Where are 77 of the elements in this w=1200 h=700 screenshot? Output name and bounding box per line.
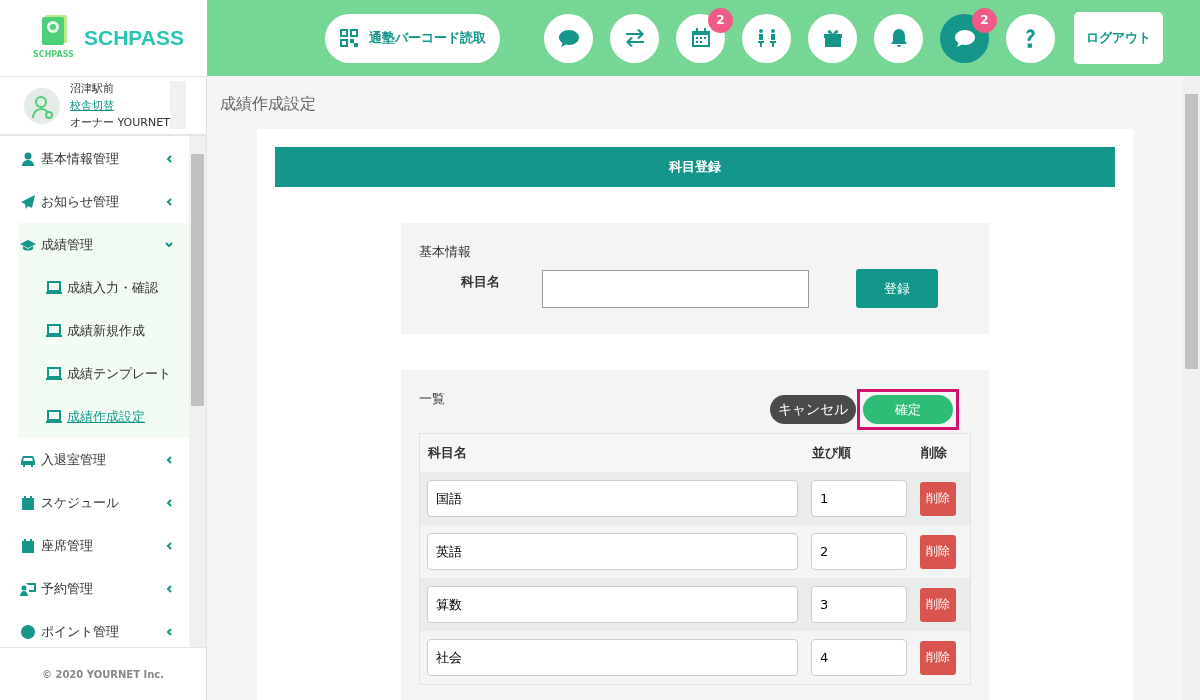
chevron-left-icon (165, 455, 173, 464)
calendar-icon (20, 538, 36, 553)
delete-button[interactable]: 削除 (920, 640, 956, 675)
register-button[interactable]: 登録 (856, 269, 938, 308)
subject-name-input[interactable]: 算数 (427, 586, 798, 623)
page-title: 成績作成設定 (220, 94, 317, 115)
order-input[interactable]: 2 (811, 533, 907, 570)
delete-button[interactable]: 削除 (920, 534, 956, 569)
chevron-left-icon (165, 541, 173, 550)
cancel-button[interactable]: キャンセル (770, 395, 856, 424)
chevron-left-icon (165, 584, 173, 593)
column-header: 並び順 (811, 444, 852, 462)
header-icon-button[interactable] (742, 13, 791, 63)
help-icon (1025, 28, 1036, 48)
chevron-left-icon (165, 197, 173, 206)
laptop-icon (46, 324, 62, 337)
logout-button[interactable]: ログアウト (1074, 12, 1163, 64)
copyright-text: © 2020 YOURNET Inc. (0, 647, 206, 700)
header-icon-button[interactable] (808, 13, 857, 63)
sidebar-item[interactable]: 基本情報管理 (0, 137, 189, 180)
chevron-left-icon (165, 154, 173, 163)
notification-badge: 2 (972, 7, 997, 33)
sidebar-item[interactable]: 入退室管理 (0, 438, 189, 481)
chevron-left-icon (165, 498, 173, 507)
subject-name-input[interactable]: 社会 (427, 639, 798, 676)
subject-name-input[interactable]: 英語 (427, 533, 798, 570)
header-icon-button[interactable] (874, 13, 923, 63)
laptop-icon (46, 410, 62, 423)
sidebar-subitem[interactable]: 成績テンプレート (18, 352, 189, 395)
qr-code-icon (339, 28, 359, 48)
person-icon (20, 151, 36, 166)
logo-caption: SCHPASS (33, 50, 74, 59)
notification-badge: 2 (708, 7, 733, 33)
laptop-icon (46, 281, 62, 294)
header-icon-button[interactable] (544, 13, 593, 63)
header-icon-button[interactable] (940, 13, 989, 63)
page-scrollbar[interactable] (1183, 76, 1200, 700)
barcode-button[interactable]: 通塾バーコード読取 (325, 13, 500, 63)
header-icon-button[interactable] (676, 13, 725, 63)
subject-name-field[interactable] (542, 269, 809, 308)
sidebar-subitem[interactable]: 成績入力・確認 (18, 266, 189, 309)
section-heading: 一覧 (419, 390, 445, 408)
logo-icon (40, 14, 70, 48)
sidebar-item[interactable]: お知らせ管理 (0, 180, 189, 223)
order-input[interactable]: 4 (811, 639, 907, 676)
delete-button[interactable]: 削除 (920, 481, 956, 516)
point-icon (20, 624, 36, 639)
laptop-icon (46, 367, 62, 380)
sidebar-subitem[interactable]: 成績新規作成 (18, 309, 189, 352)
school-name: 沼津駅前 (70, 81, 115, 97)
column-header: 科目名 (427, 444, 468, 462)
column-header: 削除 (920, 444, 948, 462)
order-input[interactable]: 3 (811, 586, 907, 623)
sidebar-item[interactable]: 成績管理 (18, 223, 189, 266)
chevron-left-icon (165, 627, 173, 636)
presenter-icon (20, 581, 36, 596)
sidebar-item[interactable]: 座席管理 (0, 524, 189, 567)
switch-school-link[interactable]: 校舎切替 (70, 97, 170, 114)
chevron-down-icon (165, 240, 173, 249)
section-header: 科目登録 (275, 147, 1115, 187)
sidebar-item[interactable]: ポイント管理 (0, 610, 189, 647)
section-heading: 基本情報 (419, 244, 471, 259)
delete-button[interactable]: 削除 (920, 587, 956, 622)
subject-name-input[interactable]: 国語 (427, 480, 798, 517)
field-label: 科目名 (460, 273, 501, 291)
graduation-cap-icon (20, 237, 36, 252)
order-input[interactable]: 1 (811, 480, 907, 517)
sidebar-item[interactable]: スケジュール (0, 481, 189, 524)
calendar-check-icon (20, 495, 36, 510)
sidebar-item[interactable]: 予約管理 (0, 567, 189, 610)
logo-text: SCHPASS (84, 26, 184, 50)
user-avatar-icon (24, 87, 60, 124)
sidebar-scrollbar[interactable] (189, 136, 206, 647)
owner-name: オーナー YOURNET (70, 115, 170, 131)
header-icon-button[interactable] (610, 13, 659, 63)
header-icon-button[interactable] (1006, 13, 1055, 63)
paper-plane-icon (20, 194, 36, 209)
